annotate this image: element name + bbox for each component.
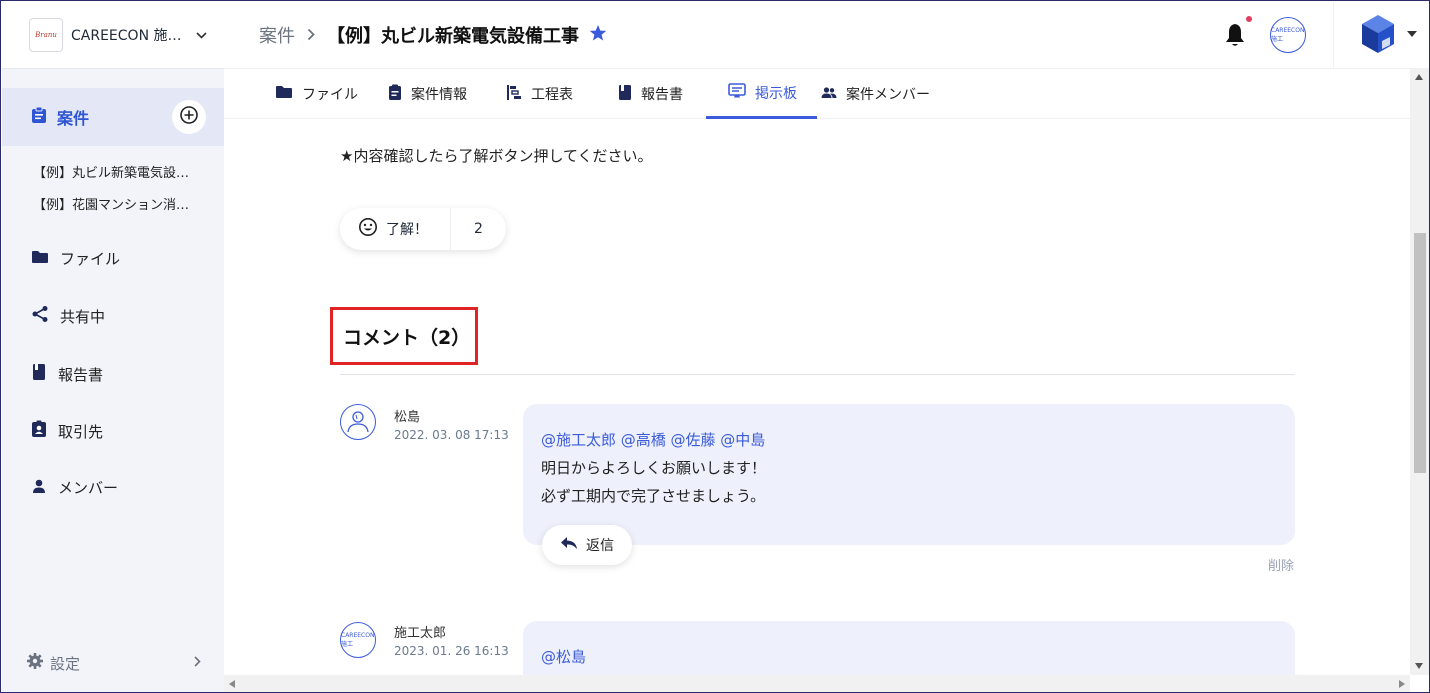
- brand-logo: Branu: [29, 18, 63, 52]
- page-title: 【例】丸ビル新築電気設備工事: [327, 26, 579, 47]
- tab-files[interactable]: ファイル: [275, 69, 358, 119]
- divider: [1333, 2, 1334, 69]
- comments-heading: コメント（2）: [330, 307, 478, 365]
- tab-project-members[interactable]: 案件メンバー: [821, 69, 930, 119]
- folder-icon: [31, 250, 49, 268]
- scroll-up-icon[interactable]: [1415, 74, 1423, 80]
- sidebar-item-members[interactable]: メンバー: [31, 477, 118, 498]
- add-project-button[interactable]: [172, 100, 206, 134]
- comment-bubble: @施工太郎 @高橋 @佐藤 @中島 明日からよろしくお願いします！ 必ず工期内で…: [523, 404, 1295, 545]
- scroll-left-icon[interactable]: [229, 680, 235, 688]
- plus-circle-icon: [179, 105, 199, 129]
- scroll-right-icon[interactable]: [1399, 680, 1405, 688]
- sidebar-item-shared[interactable]: 共有中: [31, 305, 105, 327]
- sidebar-item-label: ファイル: [60, 250, 121, 268]
- settings-label: 設定: [50, 654, 81, 673]
- tab-label: 案件情報: [411, 87, 467, 103]
- project-link[interactable]: 【例】丸ビル新築電気設…: [33, 162, 189, 181]
- tab-label: 掲示板: [755, 85, 797, 102]
- workspace-name: CAREECON 施…: [71, 28, 182, 44]
- people-icon: [821, 86, 837, 103]
- sidebar-item-reports[interactable]: 報告書: [31, 363, 103, 385]
- project-link[interactable]: 【例】花園マンション消…: [33, 194, 189, 213]
- breadcrumb-root-link[interactable]: 案件: [259, 22, 295, 48]
- reply-icon: [560, 536, 578, 554]
- vertical-scrollbar[interactable]: [1410, 69, 1429, 675]
- tab-label: 工程表: [531, 87, 573, 103]
- notification-bell-icon[interactable]: [1224, 22, 1246, 52]
- tab-project-info[interactable]: 案件情報: [388, 69, 467, 119]
- scroll-thumb[interactable]: [1414, 233, 1426, 473]
- comment-bubble: @松島: [523, 621, 1295, 675]
- tab-reports[interactable]: 報告書: [618, 69, 683, 119]
- book-icon: [618, 84, 632, 105]
- gear-icon: [26, 652, 44, 674]
- user-cube-icon[interactable]: [1360, 14, 1396, 58]
- sidebar-item-files[interactable]: ファイル: [31, 248, 120, 269]
- settings-link[interactable]: 設定: [26, 652, 201, 674]
- notification-dot: [1246, 16, 1252, 22]
- sidebar-item-label: 報告書: [58, 365, 104, 384]
- sidebar-item-clients[interactable]: 取引先: [31, 420, 103, 442]
- comment-author: 松島: [394, 410, 421, 425]
- clipboard-icon: [388, 84, 402, 105]
- user-outline-icon: [344, 407, 372, 437]
- delete-link[interactable]: 削除: [1268, 555, 1294, 574]
- chevron-down-icon: [195, 29, 207, 42]
- share-icon: [31, 305, 49, 327]
- breadcrumb: 案件 【例】丸ビル新築電気設備工事: [259, 22, 607, 48]
- app-window: Branu CAREECON 施… 案件 【例】丸ビル新築電気設… 【例】花園マ…: [0, 0, 1430, 693]
- scroll-down-icon[interactable]: [1415, 663, 1423, 669]
- reply-button[interactable]: 返信: [542, 525, 632, 565]
- top-bar: 案件 【例】丸ビル新築電気設備工事 CAREECON 施工: [224, 2, 1429, 69]
- sidebar: Branu CAREECON 施… 案件 【例】丸ビル新築電気設… 【例】花園マ…: [2, 2, 224, 692]
- comment-text: 明日からよろしくお願いします！: [541, 459, 767, 477]
- sidebar-item-projects[interactable]: 案件: [2, 88, 224, 146]
- tab-bar: ファイル 案件情報 工程表 報告書 掲示板 案件メンバー: [224, 69, 1410, 119]
- badge-icon: [31, 420, 47, 442]
- comment-text: 必ず工期内で完了させましょう。: [541, 487, 766, 505]
- avatar[interactable]: CAREECON 施工: [1270, 17, 1306, 53]
- gantt-icon: [506, 84, 522, 105]
- sidebar-item-label: メンバー: [58, 479, 119, 497]
- comment-mentions[interactable]: @施工太郎 @高橋 @佐藤 @中島: [541, 426, 1277, 454]
- smile-icon: [358, 217, 378, 241]
- chevron-right-icon: [194, 655, 201, 671]
- caret-down-icon[interactable]: [1407, 27, 1417, 40]
- tab-label: ファイル: [302, 87, 358, 103]
- clipboard-icon: [31, 106, 47, 128]
- tab-label: 案件メンバー: [846, 87, 930, 103]
- favorite-star-icon[interactable]: [589, 24, 607, 47]
- board-icon: [728, 83, 746, 102]
- comment-date: 2023. 01. 26 16:13: [394, 644, 509, 658]
- comment-date: 2022. 03. 08 17:13: [394, 428, 509, 442]
- tab-label: 報告書: [641, 87, 683, 103]
- avatar: CAREECON 施工: [340, 622, 376, 658]
- reaction-label: 了解！: [386, 222, 428, 238]
- board-content: ★内容確認したら了解ボタン押してください。 了解！ 2 コメント（2） 松島 2…: [224, 119, 1410, 675]
- book-icon: [31, 363, 47, 385]
- avatar: [340, 404, 376, 440]
- reaction-button[interactable]: 了解！ 2: [340, 208, 506, 250]
- tab-schedule[interactable]: 工程表: [506, 69, 573, 119]
- reply-label: 返信: [586, 538, 614, 554]
- post-body: ★内容確認したら了解ボタン押してください。: [340, 147, 653, 165]
- sidebar-item-label: 案件: [57, 109, 90, 128]
- sidebar-item-label: 共有中: [60, 307, 106, 326]
- person-icon: [31, 478, 47, 498]
- sidebar-item-label: 取引先: [58, 422, 104, 441]
- folder-icon: [275, 85, 293, 103]
- horizontal-scrollbar[interactable]: [224, 675, 1410, 692]
- workspace-switcher[interactable]: Branu CAREECON 施…: [2, 2, 224, 69]
- comment-mentions[interactable]: @松島: [541, 643, 1277, 671]
- reaction-count: 2: [474, 221, 483, 237]
- chevron-right-icon: [307, 26, 315, 45]
- comment-author: 施工太郎: [394, 626, 447, 641]
- divider: [340, 374, 1295, 375]
- tab-board[interactable]: 掲示板: [706, 69, 817, 119]
